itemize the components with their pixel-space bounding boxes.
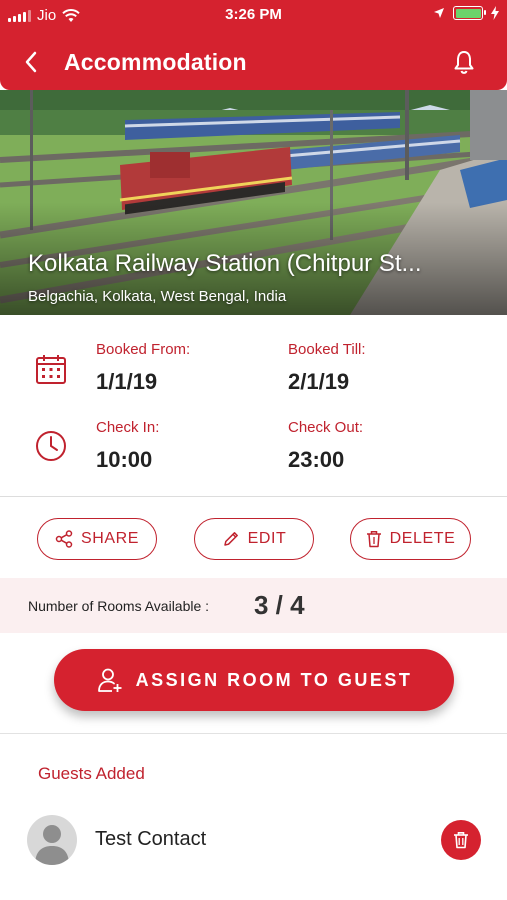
header: Accommodation — [0, 40, 507, 84]
check-out-label: Check Out: — [288, 419, 364, 436]
list-item[interactable]: Test Contact — [0, 810, 507, 870]
rooms-available-label: Number of Rooms Available : — [28, 598, 210, 614]
railway-photo — [0, 90, 507, 315]
trash-icon — [366, 531, 381, 548]
user-silhouette-icon — [35, 825, 69, 865]
guests-section-title: Guests Added — [38, 764, 145, 783]
assign-room-label: ASSIGN ROOM TO GUEST — [135, 669, 413, 690]
action-buttons: SHARE EDIT DELETE — [0, 497, 507, 577]
booked-from-label: Booked From: — [96, 341, 191, 358]
status-time: 3:26 PM — [225, 6, 282, 23]
top-app-bar: Jio 3:26 PM Accommodation — [0, 0, 507, 90]
delete-guest-button[interactable] — [441, 820, 481, 860]
page-title: Accommodation — [64, 49, 247, 75]
booked-till-value: 2/1/19 — [288, 369, 350, 394]
check-in-label: Check In: — [96, 419, 160, 436]
status-bar: Jio 3:26 PM — [0, 0, 507, 32]
charging-icon — [491, 6, 499, 20]
booked-from-value: 1/1/19 — [96, 369, 158, 394]
guest-name: Test Contact — [95, 828, 207, 850]
assign-room-button[interactable]: ASSIGN ROOM TO GUEST — [54, 649, 454, 711]
divider — [0, 733, 507, 734]
check-in-value: 10:00 — [96, 447, 153, 472]
booking-details: Booked From: 1/1/19 Booked Till: 2/1/19 … — [0, 315, 507, 497]
battery-icon — [453, 6, 486, 20]
add-user-icon — [97, 668, 122, 692]
bell-icon[interactable] — [451, 48, 477, 76]
calendar-icon — [36, 355, 66, 384]
station-name: Kolkata Railway Station (Chitpur St... — [28, 250, 422, 277]
avatar — [27, 815, 77, 865]
rooms-available-bar: Number of Rooms Available : 3 / 4 — [0, 578, 507, 633]
edit-button[interactable]: EDIT — [194, 518, 314, 560]
delete-button[interactable]: DELETE — [350, 518, 471, 560]
trash-icon — [454, 832, 468, 849]
rooms-available-value: 3 / 4 — [254, 590, 305, 620]
check-out-value: 23:00 — [288, 447, 345, 472]
hero-image: Kolkata Railway Station (Chitpur St... B… — [0, 90, 507, 315]
location-arrow-icon — [434, 8, 444, 18]
share-icon — [55, 530, 73, 548]
chevron-left-icon[interactable] — [18, 48, 44, 76]
booked-till-label: Booked Till: — [288, 341, 366, 358]
status-right — [433, 6, 499, 20]
pencil-icon — [223, 532, 238, 546]
share-label: SHARE — [80, 530, 140, 547]
clock-icon — [36, 431, 66, 461]
station-address: Belgachia, Kolkata, West Bengal, India — [28, 288, 287, 305]
share-button[interactable]: SHARE — [37, 518, 157, 560]
delete-label: DELETE — [389, 530, 456, 547]
edit-label: EDIT — [247, 530, 287, 547]
